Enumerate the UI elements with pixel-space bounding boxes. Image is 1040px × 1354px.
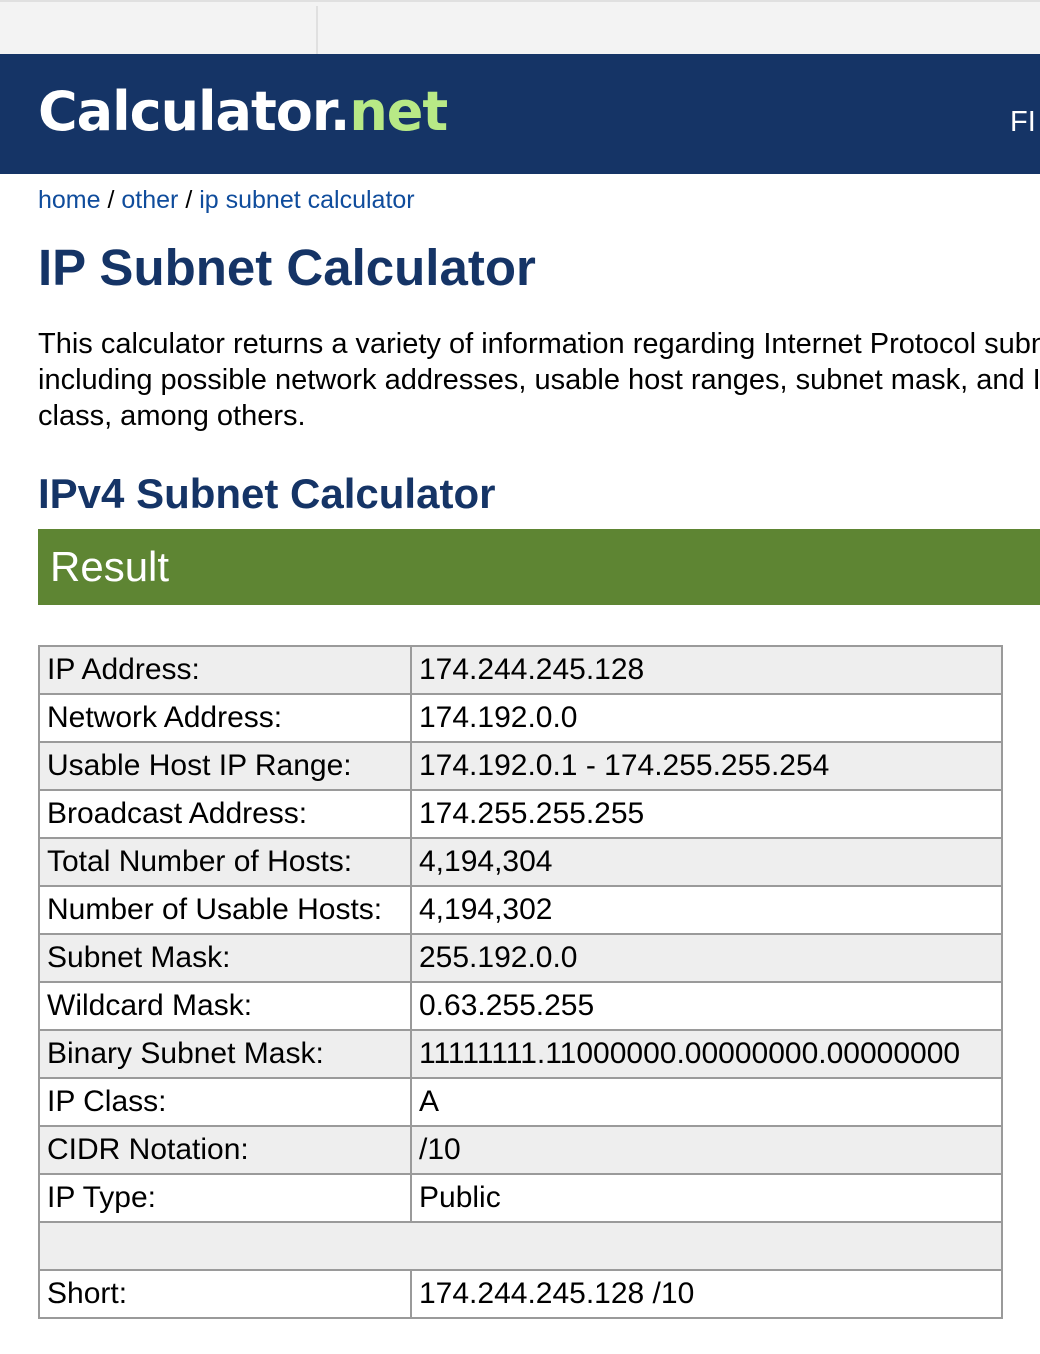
section-title: IPv4 Subnet Calculator [38, 470, 496, 517]
header-nav-link[interactable]: FI [1010, 106, 1036, 139]
row-label: IP Type: [38, 1173, 412, 1223]
row-label: CIDR Notation: [38, 1125, 412, 1175]
table-row: IP Type: Public [38, 1173, 1003, 1223]
breadcrumb-home-link[interactable]: home [38, 186, 101, 214]
page-title: IP Subnet Calculator [38, 239, 536, 296]
results-table: IP Address: 174.244.245.128 Network Addr… [38, 645, 1003, 1319]
row-label: Number of Usable Hosts: [38, 885, 412, 935]
row-value: 174.255.255.255 [410, 789, 1003, 839]
breadcrumb-other-link[interactable]: other [121, 186, 178, 214]
row-value: 11111111.11000000.00000000.00000000 [410, 1029, 1003, 1079]
row-value: 0.63.255.255 [410, 981, 1003, 1031]
row-value: 4,194,302 [410, 885, 1003, 935]
table-row: Usable Host IP Range: 174.192.0.1 - 174.… [38, 741, 1003, 791]
table-row: Short: 174.244.245.128 /10 [38, 1269, 1003, 1319]
row-label: Usable Host IP Range: [38, 741, 412, 791]
row-value: Public [410, 1173, 1003, 1223]
breadcrumb-current-link[interactable]: ip subnet calculator [199, 186, 414, 214]
browser-top-strip [0, 0, 1040, 54]
spacer-cell [38, 1221, 1003, 1271]
row-value: 174.192.0.1 - 174.255.255.254 [410, 741, 1003, 791]
table-row: Broadcast Address: 174.255.255.255 [38, 789, 1003, 839]
breadcrumb-separator: / [178, 186, 200, 214]
table-row: CIDR Notation: /10 [38, 1125, 1003, 1175]
result-header-bar: Result [38, 529, 1040, 605]
site-header: Calculator.net FI [0, 54, 1040, 174]
site-logo[interactable]: Calculator.net [38, 76, 448, 148]
logo-main-text: Calculator [38, 80, 331, 143]
table-row: Network Address: 174.192.0.0 [38, 693, 1003, 743]
row-value: 4,194,304 [410, 837, 1003, 887]
table-row: Number of Usable Hosts: 4,194,302 [38, 885, 1003, 935]
row-label: Total Number of Hosts: [38, 837, 412, 887]
row-value: /10 [410, 1125, 1003, 1175]
row-value: 174.244.245.128 /10 [410, 1269, 1003, 1319]
row-label: IP Address: [38, 645, 412, 695]
row-label: Broadcast Address: [38, 789, 412, 839]
row-label: Wildcard Mask: [38, 981, 412, 1031]
row-value: 255.192.0.0 [410, 933, 1003, 983]
row-value: A [410, 1077, 1003, 1127]
logo-net-text: net [349, 80, 448, 143]
row-label: Network Address: [38, 693, 412, 743]
table-row: Wildcard Mask: 0.63.255.255 [38, 981, 1003, 1031]
breadcrumb: home / other / ip subnet calculator [38, 186, 415, 215]
breadcrumb-separator: / [100, 186, 122, 214]
logo-dot-text: . [329, 80, 350, 143]
row-label: Subnet Mask: [38, 933, 412, 983]
row-label: IP Class: [38, 1077, 412, 1127]
table-row: Binary Subnet Mask: 11111111.11000000.00… [38, 1029, 1003, 1079]
row-value: 174.244.245.128 [410, 645, 1003, 695]
intro-paragraph: This calculator returns a variety of inf… [38, 328, 1040, 432]
row-label: Short: [38, 1269, 412, 1319]
table-row: IP Class: A [38, 1077, 1003, 1127]
row-value: 174.192.0.0 [410, 693, 1003, 743]
table-row: Subnet Mask: 255.192.0.0 [38, 933, 1003, 983]
result-heading: Result [50, 543, 170, 590]
table-spacer-row [38, 1221, 1003, 1271]
table-row: IP Address: 174.244.245.128 [38, 645, 1003, 695]
top-strip-divider [316, 6, 318, 54]
table-row: Total Number of Hosts: 4,194,304 [38, 837, 1003, 887]
row-label: Binary Subnet Mask: [38, 1029, 412, 1079]
